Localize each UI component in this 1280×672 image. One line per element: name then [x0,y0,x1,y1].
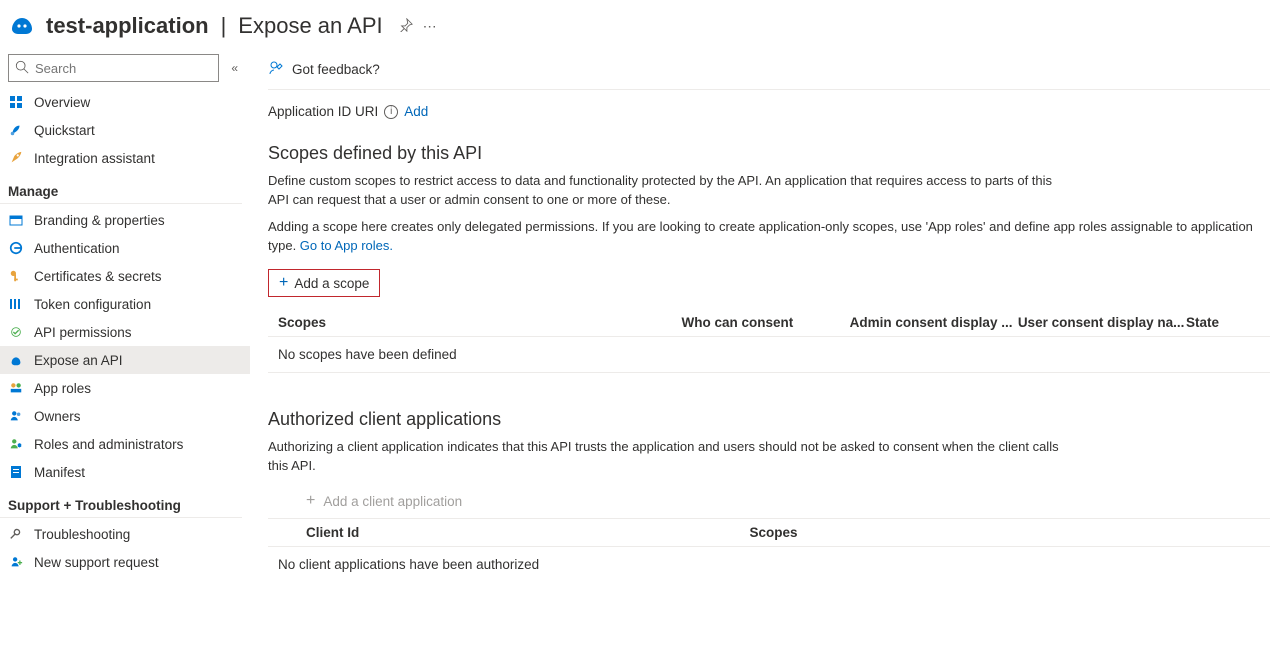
rocket-icon [8,150,24,166]
sidebar-item-branding[interactable]: Branding & properties [0,206,250,234]
sidebar-item-integration[interactable]: Integration assistant [0,144,250,172]
sidebar-item-overview[interactable]: Overview [0,88,250,116]
scopes-section-title: Scopes defined by this API [268,143,1270,164]
scopes-desc-1: Define custom scopes to restrict access … [268,172,1058,210]
clients-desc: Authorizing a client application indicat… [268,438,1068,476]
owners-icon [8,408,24,424]
auth-icon [8,240,24,256]
clients-section-title: Authorized client applications [268,409,1270,430]
sidebar-item-label: Troubleshooting [34,527,130,542]
sidebar-search[interactable] [8,54,219,82]
feedback-button[interactable]: Got feedback? [292,62,380,77]
search-input[interactable] [35,61,212,76]
sidebar: « Overview Quickstart Integration assist… [0,48,250,670]
sidebar-item-owners[interactable]: Owners [0,402,250,430]
key-icon [8,268,24,284]
sidebar-item-label: Quickstart [34,123,95,138]
scopes-table-header: Scopes Who can consent Admin consent dis… [268,309,1270,337]
sidebar-item-label: Branding & properties [34,213,165,228]
col-user: User consent display na... [1018,315,1186,330]
sidebar-item-token[interactable]: Token configuration [0,290,250,318]
sidebar-item-label: Overview [34,95,90,110]
sidebar-item-label: New support request [34,555,159,570]
col-state: State [1186,315,1270,330]
sidebar-item-authentication[interactable]: Authentication [0,234,250,262]
add-uri-link[interactable]: Add [404,104,428,119]
app-name: test-application [46,13,209,39]
pin-icon[interactable] [399,18,413,35]
overview-icon [8,94,24,110]
sidebar-item-quickstart[interactable]: Quickstart [0,116,250,144]
app-id-uri-label: Application ID URI [268,104,378,119]
clients-empty: No client applications have been authori… [268,547,1270,572]
page-title: Expose an API [238,13,382,39]
main-content: Got feedback? Application ID URI i Add S… [250,48,1280,670]
col-client-id: Client Id [306,525,749,540]
branding-icon [8,212,24,228]
sidebar-item-manifest[interactable]: Manifest [0,458,250,486]
sidebar-item-certificates[interactable]: Certificates & secrets [0,262,250,290]
wrench-icon [8,526,24,542]
clients-table-header: Client Id Scopes [268,518,1270,547]
col-scopes: Scopes [278,315,682,330]
sidebar-item-label: Token configuration [34,297,151,312]
scopes-table: Scopes Who can consent Admin consent dis… [268,309,1270,373]
col-who: Who can consent [682,315,850,330]
sidebar-item-app-roles[interactable]: App roles [0,374,250,402]
col-admin: Admin consent display ... [850,315,1018,330]
sidebar-item-label: Expose an API [34,353,123,368]
sidebar-item-label: Roles and administrators [34,437,183,452]
token-icon [8,296,24,312]
app-registration-icon [8,12,36,40]
title-separator: | [219,13,229,39]
expose-api-icon [8,352,24,368]
page-header: test-application | Expose an API ⋯ [0,0,1280,48]
search-icon [15,60,29,77]
app-roles-icon [8,380,24,396]
sidebar-item-api-permissions[interactable]: API permissions [0,318,250,346]
scopes-empty: No scopes have been defined [268,337,1270,373]
quickstart-icon [8,122,24,138]
support-icon [8,554,24,570]
collapse-sidebar-icon[interactable]: « [227,57,242,79]
more-icon[interactable]: ⋯ [423,18,437,35]
sidebar-item-label: Manifest [34,465,85,480]
scopes-desc-2: Adding a scope here creates only delegat… [268,218,1258,256]
sidebar-item-support-request[interactable]: New support request [0,548,250,576]
permissions-icon [8,324,24,340]
app-id-uri-row: Application ID URI i Add [268,104,1270,119]
plus-icon: + [279,275,288,291]
sidebar-item-label: Certificates & secrets [34,269,162,284]
go-to-app-roles-link[interactable]: Go to App roles. [300,238,393,253]
add-scope-button[interactable]: + Add a scope [268,269,380,297]
sidebar-item-troubleshooting[interactable]: Troubleshooting [0,520,250,548]
sidebar-item-roles-admins[interactable]: Roles and administrators [0,430,250,458]
plus-icon: + [306,492,315,510]
sidebar-item-expose-api[interactable]: Expose an API [0,346,250,374]
add-client-label: Add a client application [323,494,462,509]
admin-icon [8,436,24,452]
sidebar-item-label: App roles [34,381,91,396]
command-bar: Got feedback? [268,54,1270,90]
add-client-button[interactable]: + Add a client application [268,484,462,518]
info-icon[interactable]: i [384,105,398,119]
sidebar-section-support: Support + Troubleshooting [0,486,242,518]
sidebar-item-label: Authentication [34,241,120,256]
manifest-icon [8,464,24,480]
sidebar-item-label: Integration assistant [34,151,155,166]
feedback-icon [268,60,284,79]
add-scope-label: Add a scope [294,276,369,291]
sidebar-item-label: API permissions [34,325,132,340]
sidebar-section-manage: Manage [0,172,242,204]
sidebar-item-label: Owners [34,409,81,424]
col-client-scopes: Scopes [749,525,797,540]
